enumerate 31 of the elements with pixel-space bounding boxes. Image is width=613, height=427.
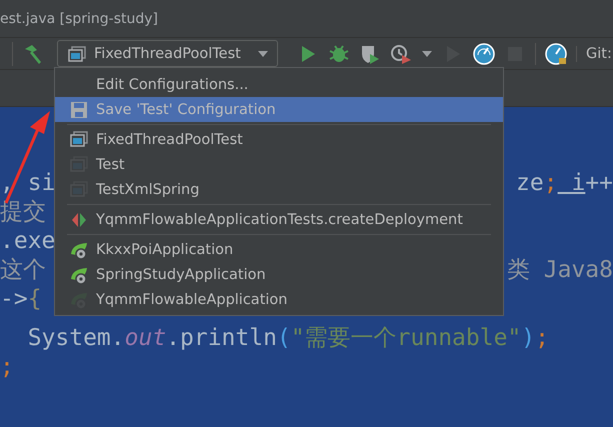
code-text: .exe	[0, 227, 56, 256]
menu-item[interactable]: YqmmFlowableApplicationTests.createDeployment	[55, 207, 503, 232]
caret-icon[interactable]	[421, 50, 433, 58]
code-text: 类 Java8	[506, 256, 613, 285]
menu-item[interactable]: SpringStudyApplication	[55, 262, 503, 287]
caret-icon	[257, 50, 269, 58]
window-icon	[68, 46, 86, 62]
window-title: est.java [spring-study]	[0, 10, 158, 26]
menu-item[interactable]: YqmmFlowableApplication	[55, 287, 503, 312]
code-text: 提交	[0, 198, 46, 227]
code-text: ;	[0, 353, 14, 382]
gauge-icon[interactable]	[535, 42, 567, 64]
window-icon	[70, 130, 88, 148]
menu-item[interactable]: Edit Configurations...	[55, 72, 503, 97]
bug-icon[interactable]	[328, 42, 350, 64]
spring-boot-icon	[70, 266, 88, 284]
code-text: ze; i++	[516, 169, 613, 198]
git-label[interactable]: Git:	[576, 46, 612, 62]
code-text: 这个	[0, 256, 46, 285]
menu-item[interactable]: TestXmlSpring	[55, 177, 503, 202]
test-icon	[70, 210, 88, 228]
clock-run-icon[interactable]	[390, 42, 412, 64]
run-configuration-dropdown[interactable]: FixedThreadPoolTest	[57, 40, 278, 67]
code-text: , si	[0, 169, 56, 198]
menu-item[interactable]: KkxxPoiApplication	[55, 237, 503, 262]
code-text: System.out.println("需要一个runnable");	[26, 324, 550, 353]
spring-boot-icon	[70, 240, 88, 258]
menu-item[interactable]: FixedThreadPoolTest	[55, 127, 503, 152]
code-text: ->{	[0, 285, 42, 314]
menu-item[interactable]: Test	[55, 152, 503, 177]
save-icon	[70, 100, 88, 118]
